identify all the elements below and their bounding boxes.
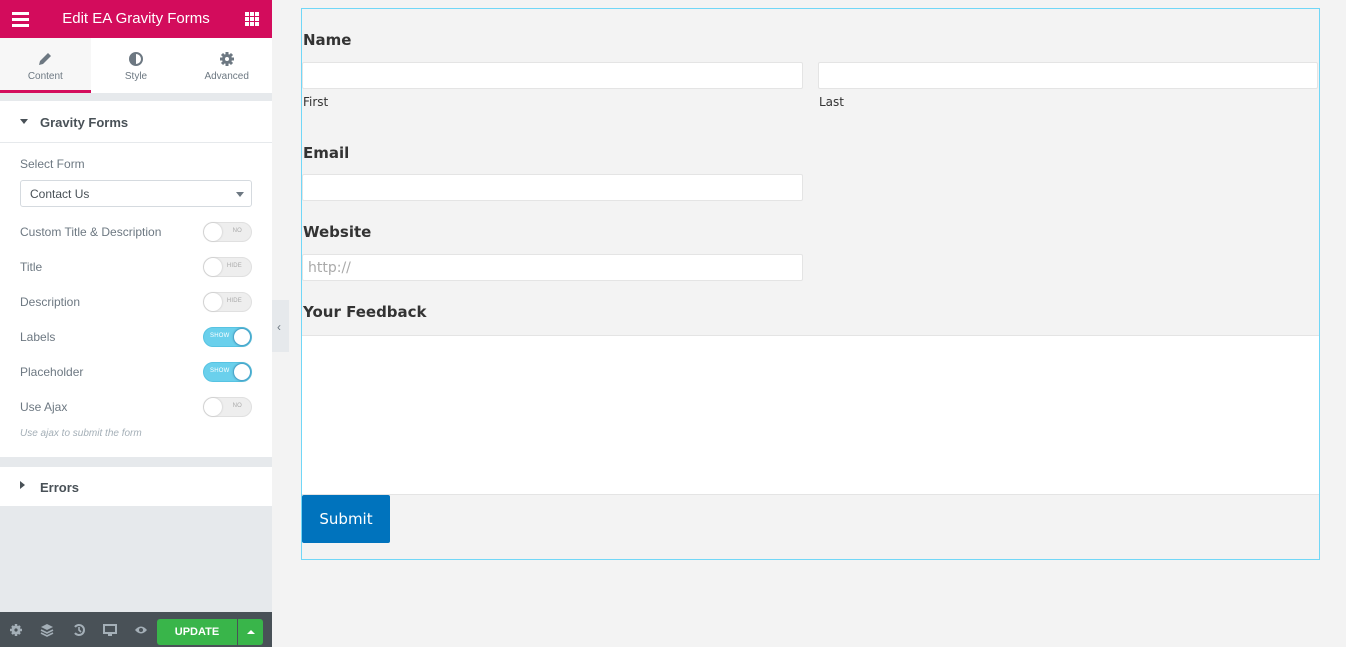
control-label: Custom Title & Description: [20, 225, 162, 239]
responsive-icon[interactable]: [103, 623, 117, 637]
section-title: Gravity Forms: [40, 115, 129, 130]
placeholder-toggle[interactable]: SHOW: [203, 362, 252, 382]
collapse-panel-handle[interactable]: ‹: [272, 300, 289, 352]
chevron-down-icon: [236, 192, 244, 197]
select-form-value: Contact Us: [30, 187, 90, 201]
caret-down-icon: [20, 119, 28, 124]
tab-label: Advanced: [204, 71, 249, 82]
toggle-knob: [233, 328, 251, 346]
toggle-state: HIDE: [226, 263, 242, 269]
half-circle-icon: [129, 52, 143, 66]
toggle-state: HIDE: [226, 298, 242, 304]
editor-panel: Edit EA Gravity Forms Content Style Adva…: [0, 0, 272, 647]
update-options-button[interactable]: [238, 619, 263, 645]
tab-style[interactable]: Style: [91, 38, 182, 93]
history-icon[interactable]: [72, 623, 86, 637]
email-input[interactable]: [302, 174, 803, 201]
panel-header: Edit EA Gravity Forms: [0, 0, 272, 38]
toggle-knob: [204, 223, 222, 241]
toggle-knob: [233, 363, 251, 381]
section-errors[interactable]: Errors: [0, 467, 272, 506]
panel-footer: UPDATE: [0, 612, 272, 647]
tab-advanced[interactable]: Advanced: [181, 38, 272, 93]
website-input[interactable]: http://: [302, 254, 803, 281]
control-label: Labels: [20, 330, 56, 344]
toggle-state: NO: [232, 403, 242, 409]
panel-tabs: Content Style Advanced: [0, 38, 272, 93]
tab-content[interactable]: Content: [0, 38, 91, 93]
website-placeholder: http://: [308, 260, 351, 276]
tab-label: Content: [27, 71, 63, 82]
title-toggle[interactable]: HIDE: [203, 257, 252, 277]
ajax-hint: Use ajax to submit the form: [20, 428, 142, 439]
section-title: Errors: [40, 480, 80, 495]
toggle-state: SHOW: [210, 368, 230, 374]
section-gravity-forms: Gravity Forms Select Form Contact Us Cus…: [0, 101, 272, 457]
panel-title: Edit EA Gravity Forms: [62, 10, 210, 27]
section-header[interactable]: Gravity Forms: [0, 101, 272, 143]
description-toggle[interactable]: HIDE: [203, 292, 252, 312]
use-ajax-toggle[interactable]: NO: [203, 397, 252, 417]
gravity-form-preview: Name First Last Email Website http:// Yo…: [301, 8, 1320, 560]
submit-button[interactable]: Submit: [302, 495, 390, 543]
custom-title-toggle[interactable]: NO: [203, 222, 252, 242]
control-label: Use Ajax: [20, 400, 68, 414]
divider: [0, 93, 272, 101]
toggle-knob: [204, 398, 222, 416]
chevron-left-icon: ‹: [277, 320, 281, 334]
select-form-dropdown[interactable]: Contact Us: [20, 180, 252, 207]
preview-icon[interactable]: [134, 623, 148, 637]
select-form-label: Select Form: [20, 157, 85, 171]
last-name-input[interactable]: [818, 62, 1318, 89]
gear-icon: [219, 52, 234, 66]
settings-icon[interactable]: [9, 623, 23, 637]
first-sublabel: First: [303, 95, 329, 109]
pencil-icon: [39, 53, 52, 65]
control-label: Placeholder: [20, 365, 84, 379]
toggle-knob: [204, 293, 222, 311]
email-label: Email: [303, 144, 350, 162]
toggle-state: NO: [232, 228, 242, 234]
caret-right-icon: [20, 481, 25, 489]
layers-icon[interactable]: [40, 623, 54, 637]
labels-toggle[interactable]: SHOW: [203, 327, 252, 347]
website-label: Website: [303, 223, 372, 241]
grid-icon[interactable]: [245, 12, 259, 26]
tab-label: Style: [124, 71, 148, 82]
name-label: Name: [303, 31, 352, 49]
last-sublabel: Last: [819, 95, 844, 109]
toggle-state: SHOW: [210, 333, 230, 339]
control-label: Description: [20, 295, 81, 309]
control-label: Title: [20, 260, 43, 274]
update-button[interactable]: UPDATE: [157, 619, 237, 645]
feedback-textarea[interactable]: [302, 335, 1319, 495]
first-name-input[interactable]: [302, 62, 803, 89]
toggle-knob: [204, 258, 222, 276]
feedback-label: Your Feedback: [303, 303, 427, 321]
